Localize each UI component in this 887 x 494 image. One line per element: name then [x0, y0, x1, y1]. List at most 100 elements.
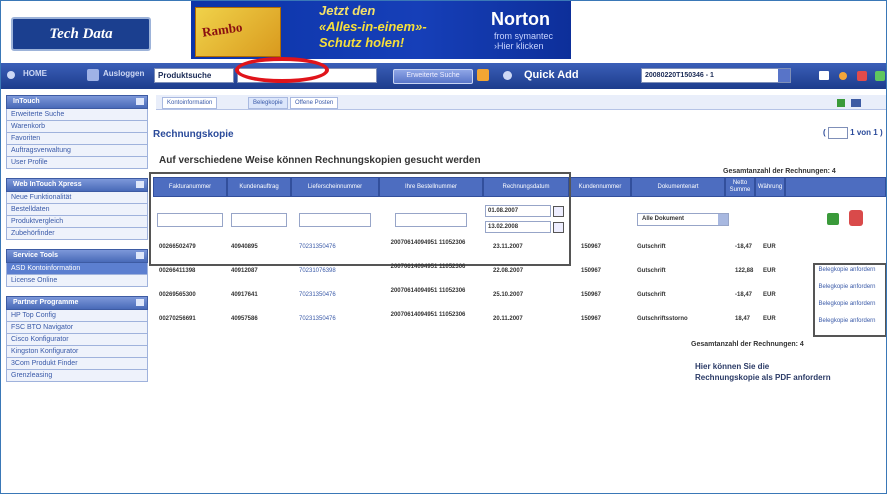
advanced-search-button[interactable]: Erweiterte Suche [393, 69, 473, 84]
home-icon[interactable] [7, 71, 15, 79]
home-link[interactable]: HOME [23, 69, 47, 78]
sidebar-item-grenzleasing[interactable]: Grenzleasing [6, 370, 148, 382]
sidebar-head-partner-programme[interactable]: Partner Programme [6, 296, 148, 310]
cell-auftrag: 40940895 [231, 244, 258, 250]
norton-sub-1: from symantec [494, 31, 554, 41]
filter-lieferscheinnummer[interactable] [299, 213, 371, 227]
print-icon[interactable] [837, 99, 845, 107]
search-go-button[interactable] [827, 213, 839, 225]
cell-waehrung: EUR [763, 268, 776, 274]
sidebar-head-xpress[interactable]: Web InTouch Xpress [6, 178, 148, 192]
cell-kunde: 150967 [581, 292, 602, 298]
cell-faktura[interactable]: 00269565300 [159, 292, 196, 298]
cell-bestell: 20070614094951 11052306 [390, 312, 466, 318]
filter-doc-type-select[interactable]: Alle Dokument [637, 213, 729, 226]
sidebar-item-license-online[interactable]: License Online [6, 275, 148, 287]
col-waehrung[interactable]: Währung [755, 177, 785, 197]
logout-link[interactable]: Ausloggen [103, 69, 144, 78]
order-select[interactable]: 20080220T150346 - 1 [641, 68, 791, 83]
cell-summe: -18,47 [735, 244, 753, 250]
norton-banner[interactable]: Rambo Jetzt den «Alles-in-einem»- Schutz… [191, 1, 571, 59]
tab-kontoinformation[interactable]: Kontoinformation [162, 97, 218, 109]
filter-fakturanummer[interactable] [157, 213, 223, 227]
sidebar-item-cisco-konfigurator[interactable]: Cisco Konfigurator [6, 334, 148, 346]
request-copy-link[interactable]: Belegkopie anfordern [817, 284, 877, 291]
tech-data-logo[interactable]: Tech Data [11, 17, 151, 51]
sidebar-item-warenkorb[interactable]: Warenkorb [6, 121, 148, 133]
request-copy-link[interactable]: Belegkopie anfordern [817, 318, 877, 325]
norton-sub-2[interactable]: ›Hier klicken [494, 41, 553, 51]
tab-belegkopie[interactable]: Belegkopie [248, 97, 288, 109]
cell-datum: 25.10.2007 [493, 292, 524, 298]
sidebar-item-asd-kontoinformation[interactable]: ASD Kontoinformation [6, 263, 148, 275]
sidebar-item-hp-top-config[interactable]: HP Top Config [6, 310, 148, 322]
quick-add-icon [503, 71, 512, 80]
page-title: Rechnungskopie [153, 129, 234, 140]
col-netto-summe[interactable]: Netto Summe [725, 177, 755, 197]
sidebar-item-bestelldaten[interactable]: Bestelldaten [6, 204, 148, 216]
filter-date-to[interactable]: 13.02.2008 [485, 221, 551, 233]
sidebar-item-kingston-konfigurator[interactable]: Kingston Konfigurator [6, 346, 148, 358]
cell-art: Gutschrift [637, 268, 666, 274]
sidebar-item-erweiterte-suche[interactable]: Erweiterte Suche [6, 109, 148, 121]
alert-icon[interactable] [839, 72, 847, 80]
filter-bestellnummer[interactable] [395, 213, 467, 227]
cell-liefer[interactable]: 70231350476 [299, 292, 336, 298]
pdf-note-line-2: Rechnungskopie als PDF anfordern [695, 373, 831, 382]
table-row: 00269565300 40917641 70231350476 2007061… [151, 287, 811, 305]
total-count: Gesamtanzahl der Rechnungen: 4 [723, 168, 836, 175]
calendar-icon-from[interactable] [553, 206, 564, 217]
cell-liefer[interactable]: 70231350476 [299, 316, 336, 322]
sidebar-item-user-profile[interactable]: User Profile [6, 157, 148, 169]
sidebar-item-favoriten[interactable]: Favoriten [6, 133, 148, 145]
sidebar-item-produktvergleich[interactable]: Produktvergleich [6, 216, 148, 228]
sidebar-item-auftragsverwaltung[interactable]: Auftragsverwaltung [6, 145, 148, 157]
calendar-icon-to[interactable] [553, 222, 564, 233]
cell-datum: 23.11.2007 [493, 244, 523, 250]
sidebar-item-neue-funktionalitaet[interactable]: Neue Funktionalität [6, 192, 148, 204]
window: Tech Data Rambo Jetzt den «Alles-in-eine… [0, 0, 887, 494]
add-icon[interactable] [875, 71, 885, 81]
request-highlight-box [813, 263, 886, 337]
request-copy-link[interactable]: Belegkopie anfordern [817, 301, 877, 308]
cell-bestell: 20070614094951 11052306 [390, 240, 466, 246]
filter-kundenauftrag[interactable] [231, 213, 287, 227]
logo-text: Tech Data [49, 25, 113, 42]
cell-liefer[interactable]: 70231350476 [299, 244, 336, 250]
cell-faktura[interactable]: 00270256691 [159, 316, 196, 322]
cell-summe: 18,47 [735, 316, 751, 322]
search-type-select[interactable]: Produktsuche [154, 68, 234, 83]
sidebar-item-fsc-bto-navigator[interactable]: FSC BTO Navigator [6, 322, 148, 334]
cell-liefer[interactable]: 70231076398 [299, 268, 336, 274]
export-icon[interactable] [851, 99, 861, 107]
filter-date-from[interactable]: 01.08.2007 [485, 205, 551, 217]
search-go-icon[interactable] [477, 69, 489, 81]
cell-summe: -18,47 [735, 292, 753, 298]
col-actions [785, 177, 886, 197]
request-copy-link[interactable]: Belegkopie anfordern [817, 267, 877, 274]
header: Tech Data Rambo Jetzt den «Alles-in-eine… [1, 1, 886, 63]
pager-text: 1 von 1 [850, 128, 878, 138]
sidebar-item-zubehoerfinder[interactable]: Zubehörfinder [6, 228, 148, 240]
col-dokumentenart[interactable]: Dokumentenart [631, 177, 725, 197]
page-select[interactable] [827, 127, 848, 139]
cell-waehrung: EUR [763, 292, 776, 298]
cell-faktura[interactable]: 00266411398 [159, 268, 195, 274]
sidebar-item-3com-produkt-finder[interactable]: 3Com Produkt Finder [6, 358, 148, 370]
tab-offene-posten[interactable]: Offene Posten [290, 97, 339, 109]
close-icon[interactable] [857, 71, 867, 81]
cart-icon[interactable] [819, 71, 829, 80]
cell-art: Gutschrift [637, 244, 666, 250]
quick-add-link[interactable]: Quick Add [524, 69, 579, 81]
col-kundennummer[interactable]: Kundennummer [569, 177, 631, 197]
sidebar-head-service-tools[interactable]: Service Tools [6, 249, 148, 263]
cell-waehrung: EUR [763, 244, 776, 250]
logout-icon[interactable] [87, 69, 99, 81]
cell-datum: 22.08.2007 [493, 268, 524, 274]
pager-close-bracket: ) [879, 128, 883, 138]
table-row: 00270256691 40957586 70231350476 2007061… [151, 311, 811, 329]
pager-open-bracket: ( [823, 128, 826, 138]
reset-filter-button[interactable] [849, 210, 863, 226]
sidebar-head-intouch[interactable]: InTouch [6, 95, 148, 109]
cell-faktura[interactable]: 00266502479 [159, 244, 196, 250]
